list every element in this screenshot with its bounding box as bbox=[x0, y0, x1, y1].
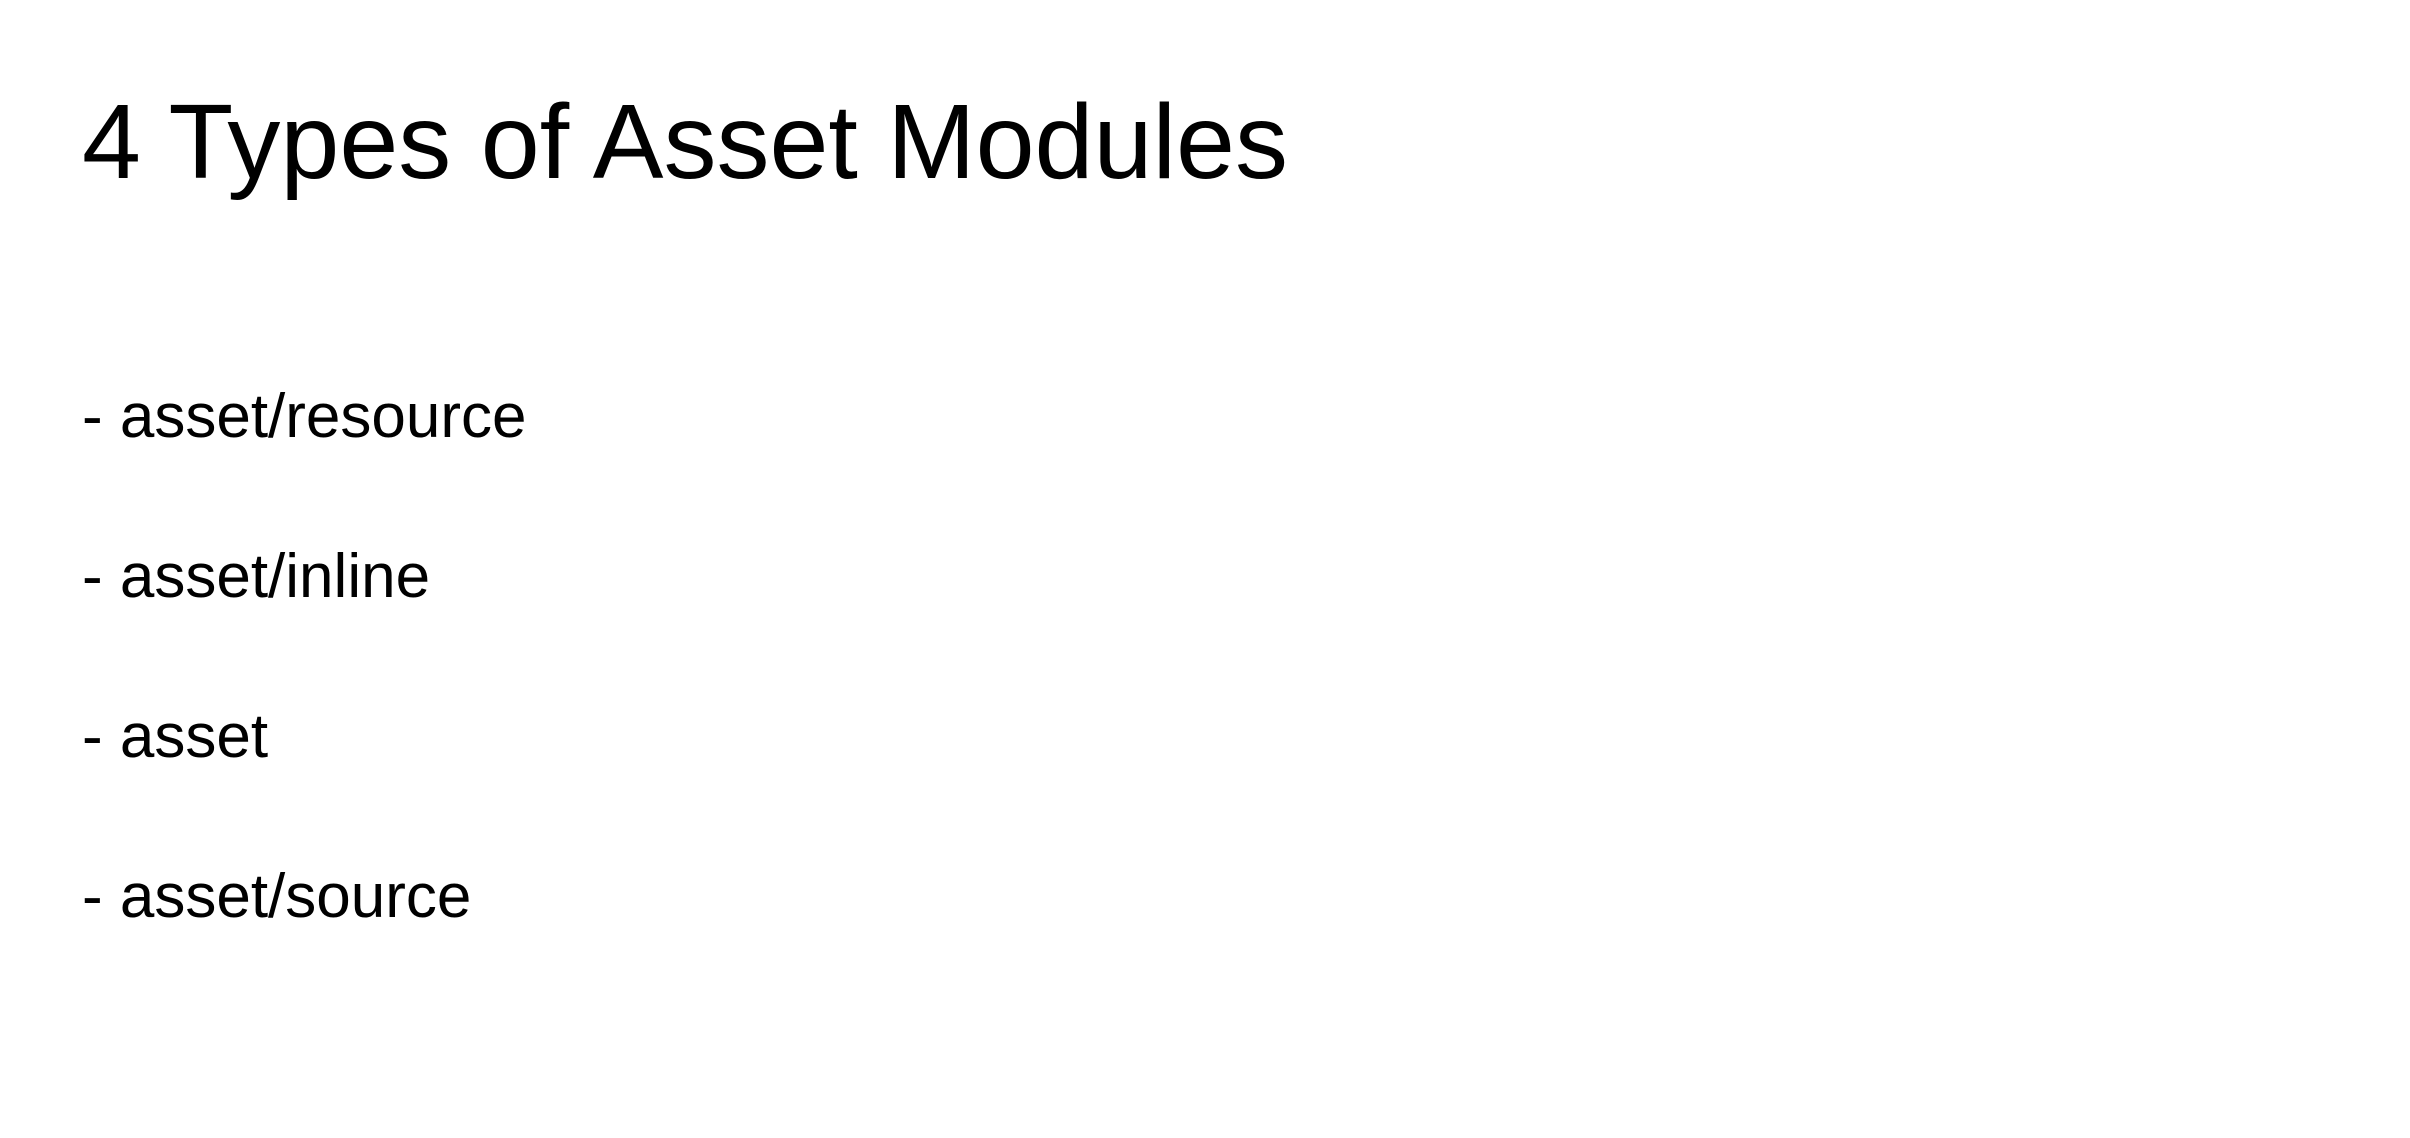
slide: 4 Types of Asset Modules - asset/resourc… bbox=[0, 0, 2410, 1138]
asset-module-list: - asset/resource - asset/inline - asset … bbox=[82, 0, 1682, 1138]
list-item: - asset bbox=[82, 702, 269, 771]
list-item: - asset/source bbox=[82, 862, 472, 931]
list-item: - asset/resource bbox=[82, 382, 527, 451]
list-item: - asset/inline bbox=[82, 542, 431, 611]
